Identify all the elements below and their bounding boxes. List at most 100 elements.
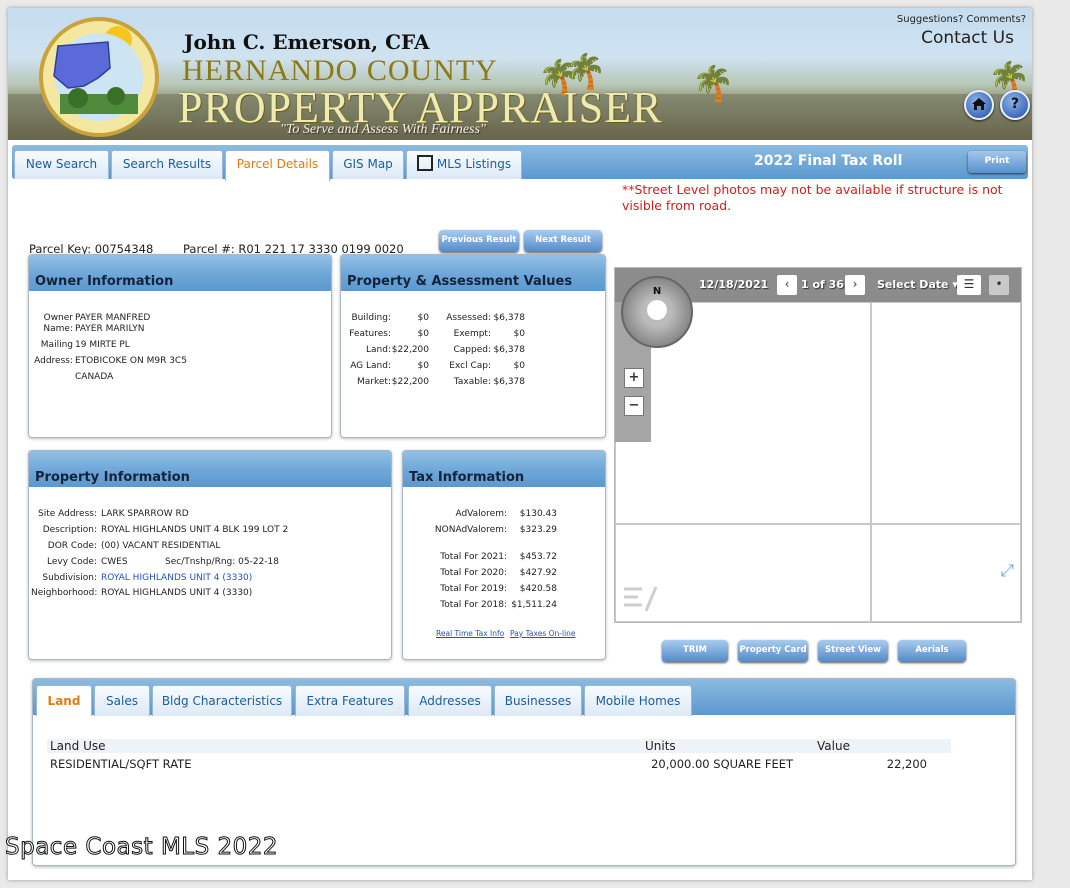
tab-mls-listings-label: MLS Listings — [436, 157, 512, 171]
next-result-button[interactable]: Next Result — [524, 230, 602, 252]
assessment-label: Assessed: — [446, 313, 491, 323]
motto: "To Serve and Assess With Fairness" — [280, 122, 486, 137]
select-date-dropdown[interactable]: Select Date ▾ — [877, 278, 958, 291]
property-field-value: ROYAL HIGHLANDS UNIT 4 (3330) — [101, 588, 253, 598]
tab-parcel-details[interactable]: Parcel Details — [225, 150, 330, 181]
subdivision-link[interactable]: ROYAL HIGHLANDS UNIT 4 (3330) — [101, 571, 252, 585]
tab-new-search[interactable]: New Search — [14, 150, 109, 179]
mailing-label: Mailing — [40, 340, 73, 350]
tax-label: AdValorem: — [455, 509, 507, 519]
contact-us-link[interactable]: Contact Us — [921, 28, 1014, 48]
assessment-label: Exempt: — [453, 329, 491, 339]
assessment-amount: $0 — [513, 329, 525, 339]
suggestions-text: Suggestions? Comments? — [896, 14, 1026, 25]
owner-information-panel: Owner Information Owner Name: PAYER MANF… — [28, 254, 332, 438]
zoom-in-button[interactable]: + — [624, 368, 644, 388]
tab-sales[interactable]: Sales — [94, 685, 150, 716]
tab-extra-features[interactable]: Extra Features — [295, 685, 405, 716]
aerials-button[interactable]: Aerials — [898, 640, 966, 662]
mailing-address-line-1: 19 MIRTE PL — [75, 340, 130, 350]
assessment-label: Taxable: — [453, 377, 491, 387]
tax-amount: $420.58 — [519, 584, 557, 594]
sec-tnshp-rng-value: 05-22-18 — [238, 557, 280, 567]
photo-date: 12/18/2021 — [699, 278, 769, 291]
property-field-label: Subdivision: — [42, 573, 97, 583]
photo-pane-bottom-right: ⤢ — [871, 524, 1021, 622]
tab-bldg-characteristics[interactable]: Bldg Characteristics — [152, 685, 292, 716]
mailing-address-line-3: CANADA — [75, 372, 114, 382]
land-table-header-row — [47, 739, 951, 753]
real-time-tax-info-link[interactable]: Real Time Tax Info — [436, 629, 504, 638]
assessment-amount: $0 — [513, 361, 525, 371]
property-field-label: Neighborhood: — [31, 588, 98, 598]
value-label: Market: — [357, 377, 391, 387]
mls-icon — [416, 155, 433, 171]
compass-center — [647, 300, 667, 320]
value-amount: $0 — [417, 329, 429, 339]
property-field-label: Description: — [42, 525, 97, 535]
home-icon[interactable] — [964, 90, 994, 120]
assessment-amount: $6,378 — [493, 313, 526, 323]
value-amount: $0 — [417, 361, 429, 371]
layers-icon[interactable]: ☰ — [957, 275, 981, 295]
previous-photo-button[interactable]: ‹ — [777, 275, 797, 295]
next-photo-button[interactable]: › — [845, 275, 865, 295]
tax-panel-header: Tax Information — [403, 451, 605, 487]
street-level-photo-viewer[interactable]: 12/18/2021 ‹ 1 of 36 › Select Date ▾ ☰ •… — [614, 267, 1022, 623]
value-label: AG Land: — [350, 361, 391, 371]
compass-north: N — [652, 286, 662, 297]
tab-mls-listings[interactable]: MLS Listings — [406, 150, 522, 179]
tax-amount: $1,511.24 — [511, 600, 557, 610]
values-panel-title: Property & Assessment Values — [347, 274, 573, 289]
tab-land[interactable]: Land — [36, 685, 92, 716]
value-header: Value — [817, 739, 850, 753]
tab-gis-map[interactable]: GIS Map — [332, 150, 404, 179]
pin-icon[interactable]: • — [989, 275, 1009, 295]
tax-amount: $130.43 — [519, 509, 557, 519]
property-panel-title: Property Information — [35, 470, 190, 485]
property-card-button[interactable]: Property Card — [738, 640, 808, 662]
previous-result-button[interactable]: Previous Result — [439, 230, 519, 252]
watermark-text: Space Coast MLS 2022 — [4, 834, 279, 861]
property-field-value: (00) VACANT RESIDENTIAL — [101, 541, 221, 551]
value-amount: $22,200 — [391, 377, 429, 387]
property-field-value: ROYAL HIGHLANDS UNIT 4 BLK 199 LOT 2 — [101, 525, 289, 535]
property-field-value: LARK SPARROW RD — [101, 509, 189, 519]
value-amount: $0 — [417, 313, 429, 323]
tab-addresses[interactable]: Addresses — [408, 685, 492, 716]
property-field-value: CWES — [101, 557, 128, 567]
select-date-label: Select Date — [877, 278, 949, 291]
trim-button[interactable]: TRIM — [662, 640, 728, 662]
appraiser-name: John C. Emerson, CFA — [184, 30, 430, 54]
tab-mobile-homes[interactable]: Mobile Homes — [584, 685, 692, 716]
tax-information-panel: Tax Information AdValorem: $130.43 NONAdVa… — [402, 450, 606, 660]
fullscreen-icon[interactable]: ⤢ — [1000, 561, 1014, 581]
county-seal-logo[interactable] — [38, 16, 160, 138]
land-units-cell: 20,000.00 SQUARE FEET — [651, 757, 793, 771]
assessment-label: Capped: — [453, 345, 491, 355]
tax-label: Total For 2021: — [440, 552, 507, 562]
pay-taxes-online-link[interactable]: Pay Taxes On-line — [510, 629, 576, 638]
tax-amount: $453.72 — [519, 552, 557, 562]
palm-tree-icon: 🌴 — [692, 64, 735, 104]
zoom-out-button[interactable]: − — [624, 396, 644, 416]
tab-businesses[interactable]: Businesses — [494, 685, 582, 716]
values-panel-header: Property & Assessment Values — [341, 255, 605, 291]
tax-panel-title: Tax Information — [409, 470, 525, 485]
help-icon[interactable]: ? — [1000, 90, 1030, 120]
print-button[interactable]: Print — [968, 151, 1026, 173]
detail-tab-bar: Land Sales Bldg Characteristics Extra Fe… — [33, 679, 1015, 716]
property-field-label: DOR Code: — [47, 541, 97, 551]
property-panel-header: Property Information — [29, 451, 391, 487]
value-amount: $22,200 — [391, 345, 429, 355]
property-information-panel: Property Information Site Address: LARK S… — [28, 450, 392, 660]
street-photo-notice: **Street Level photos may not be availab… — [622, 182, 1003, 213]
tax-label: NONAdValorem: — [434, 525, 507, 535]
property-field-label: Site Address: — [37, 509, 97, 519]
compass-control[interactable]: N — [621, 276, 693, 348]
property-field-label: Levy Code: — [47, 557, 97, 567]
tab-search-results[interactable]: Search Results — [111, 150, 223, 179]
street-view-button[interactable]: Street View — [818, 640, 888, 662]
land-value-cell: 22,200 — [886, 757, 927, 771]
address-label: Address: — [34, 356, 73, 366]
